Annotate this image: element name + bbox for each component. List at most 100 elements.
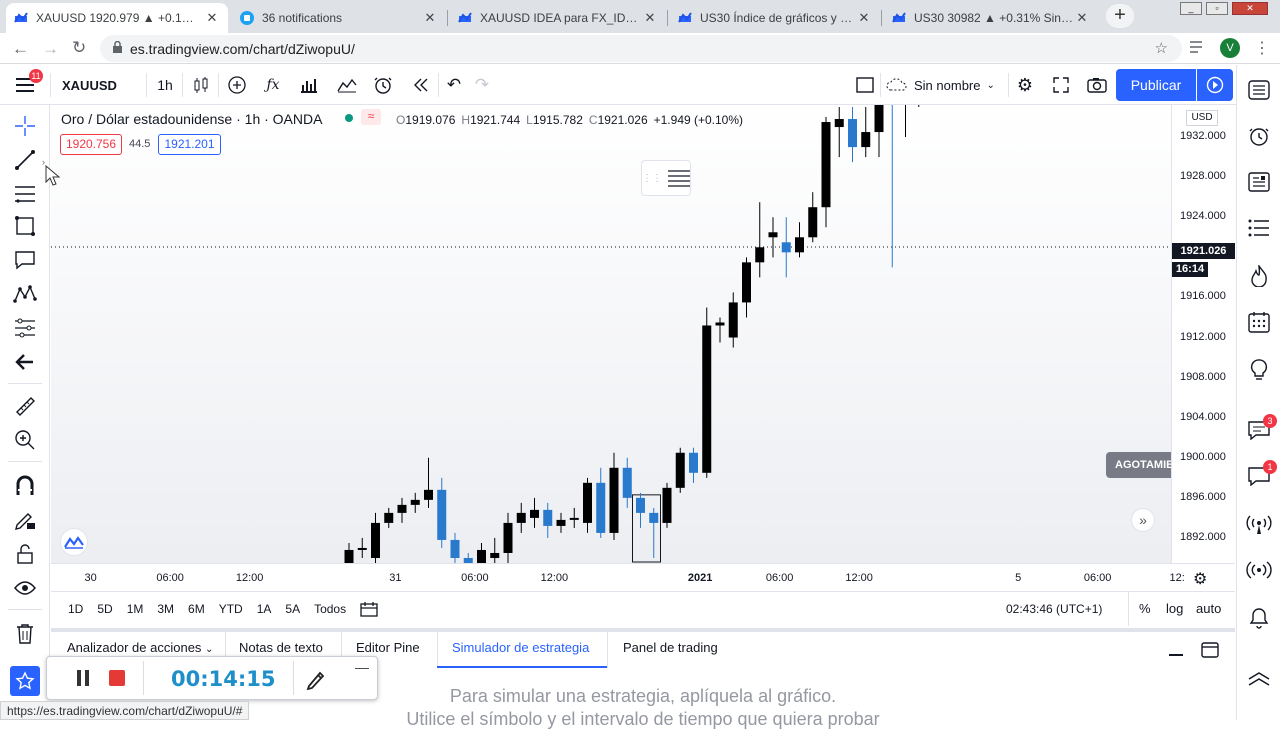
interval-button[interactable]: 1h [150,65,180,105]
close-tab-icon[interactable]: ✕ [856,10,872,26]
close-window-button[interactable]: ✕ [1232,2,1268,15]
axis-settings-gear-icon[interactable]: ⚙ [1193,569,1207,589]
browser-tab-us30[interactable]: US30 30982 ▲ +0.31% Sin nombre ✕ [884,3,1098,33]
url-field[interactable]: es.tradingview.com/chart/dZiwopuU/ ☆ [100,35,1182,62]
fullscreen-icon[interactable] [1048,65,1074,105]
text-comment-icon[interactable] [10,245,40,275]
stop-recording-button[interactable] [109,670,125,686]
browser-menu-icon[interactable]: ⋮ [1254,38,1270,58]
collapse-panel-icon[interactable] [1244,663,1274,693]
forward-arrow-icon[interactable]: → [42,39,59,59]
object-tree-icon[interactable] [668,169,690,187]
trend-line-icon[interactable] [10,145,40,175]
draw-pen-icon[interactable] [305,668,327,695]
indicators-fx-icon[interactable]: ƒx [260,65,286,105]
buy-button[interactable]: 1921.201 [158,134,221,155]
calendar-icon[interactable] [1244,307,1274,337]
undo-icon[interactable]: ↶ [442,65,466,105]
profile-avatar[interactable]: V [1220,38,1240,58]
minimize-recorder-icon[interactable]: — [355,659,369,675]
date-range-icon[interactable] [359,600,379,623]
ruler-icon[interactable] [10,391,40,421]
tab-trading-panel[interactable]: Panel de trading [623,640,718,655]
templates-icon[interactable] [334,65,360,105]
auto-scale-toggle[interactable]: auto [1196,601,1221,616]
rectangle-shape-icon[interactable] [10,211,40,241]
close-tab-icon[interactable]: ✕ [1074,10,1090,26]
streams-icon[interactable] [1244,509,1274,539]
tab-pine-editor[interactable]: Editor Pine [356,640,420,655]
zoom-in-icon[interactable] [10,425,40,455]
notifications-bell-icon[interactable] [1244,603,1274,633]
pattern-icon[interactable] [10,279,40,309]
close-tab-icon[interactable]: ✕ [204,10,220,26]
time-axis[interactable]: 30 06:00 12:00 31 06:00 12:00 2021 06:00 12:00 5 0… [51,563,1235,591]
tradingview-logo-icon[interactable] [60,528,88,556]
currency-label[interactable]: USD [1186,110,1218,126]
close-tab-icon[interactable]: ✕ [422,10,438,26]
news-icon[interactable] [1244,167,1274,197]
pause-icon[interactable] [77,670,81,686]
timeframe-button[interactable]: 1A [250,602,279,616]
tab-text-notes[interactable]: Notas de texto [239,640,323,655]
candle-style-icon[interactable] [188,65,214,105]
reload-icon[interactable]: ↻ [72,38,86,58]
timeframe-button[interactable]: Todos [307,602,353,616]
sell-button[interactable]: 1920.756 [60,134,122,155]
lock-drawing-pencil-icon[interactable] [10,505,40,535]
alerts-clock-icon[interactable] [1244,121,1274,151]
maximize-panel-icon[interactable] [1201,642,1219,663]
timeframe-button[interactable]: 6M [181,602,212,616]
hotlists-fire-icon[interactable] [1244,261,1274,291]
chart-pane[interactable]: Oro / Dólar estadounidense · 1h · OANDA … [45,105,1172,563]
hide-toolbar-arrow-icon[interactable] [10,347,40,377]
financials-icon[interactable] [296,65,322,105]
timeframe-button[interactable]: 3M [150,602,181,616]
tab-strategy-tester[interactable]: Simulador de estrategia [452,640,589,655]
price-axis[interactable]: USD 1932.0001928.0001924.0001920.0001916… [1171,105,1235,563]
snapshot-camera-icon[interactable] [1084,65,1110,105]
publish-menu-icon[interactable] [1197,69,1233,101]
new-tab-button[interactable]: + [1106,4,1134,28]
log-scale-toggle[interactable]: log [1166,601,1183,616]
bookmark-star-icon[interactable]: ☆ [1155,39,1168,57]
tab-stock-screener[interactable]: Analizador de acciones ⌄ [67,640,213,655]
visibility-eye-icon[interactable] [10,573,40,603]
browser-tab-xauusd[interactable]: XAUUSD 1920.979 ▲ +0.1% Sin nombre ✕ [6,3,228,33]
layout-menu-button[interactable]: Sin nombre ⌄ [886,65,1004,105]
settings-gear-icon[interactable]: ⚙ [1012,65,1038,105]
data-window-icon[interactable] [1244,213,1274,243]
magnet-icon[interactable] [10,471,40,501]
browser-tab-xauusd-idea[interactable]: XAUUSD IDEA para FX_IDC:XAUUSD ✕ [450,3,666,33]
prediction-measure-icon[interactable] [10,313,40,343]
timeframe-button[interactable]: 1D [61,602,90,616]
publish-button[interactable]: Publicar [1116,69,1196,101]
favorites-star-button[interactable] [10,666,40,696]
scroll-to-realtime-icon[interactable]: » [1131,508,1155,532]
watchlist-icon[interactable] [1244,75,1274,105]
reading-list-icon[interactable] [1190,40,1206,59]
fullscreen-rect-icon[interactable] [852,65,878,105]
browser-tab-us30-index[interactable]: US30 Índice de gráficos y cotizaciones ✕ [670,3,880,33]
remove-trash-icon[interactable] [10,619,40,649]
floating-toolbar[interactable]: ⋮⋮ [641,160,691,196]
redo-icon[interactable]: ↷ [470,65,494,105]
minimize-panel-icon[interactable] [1169,654,1183,656]
timeframe-button[interactable]: 5A [278,602,307,616]
compare-symbol-icon[interactable] [224,65,250,105]
back-arrow-icon[interactable]: ← [12,39,29,59]
timeframe-button[interactable]: 1M [120,602,151,616]
broadcast-icon[interactable] [1244,555,1274,585]
clock-timezone[interactable]: 02:43:46 (UTC+1) [1006,602,1102,616]
annotation-label[interactable]: AGOTAMIE [1106,452,1172,478]
minimize-window-button[interactable]: _ [1180,2,1202,15]
timeframe-button[interactable]: 5D [90,602,119,616]
drag-handle-icon[interactable]: ⋮⋮ [642,173,662,184]
timeframe-button[interactable]: YTD [212,602,250,616]
fib-retracement-icon[interactable] [10,179,40,209]
ideas-lightbulb-icon[interactable] [1244,355,1274,385]
crosshair-icon[interactable] [10,111,40,141]
unlock-icon[interactable] [10,539,40,569]
symbol-search-button[interactable]: XAUUSD [62,65,132,105]
close-tab-icon[interactable]: ✕ [642,10,658,26]
